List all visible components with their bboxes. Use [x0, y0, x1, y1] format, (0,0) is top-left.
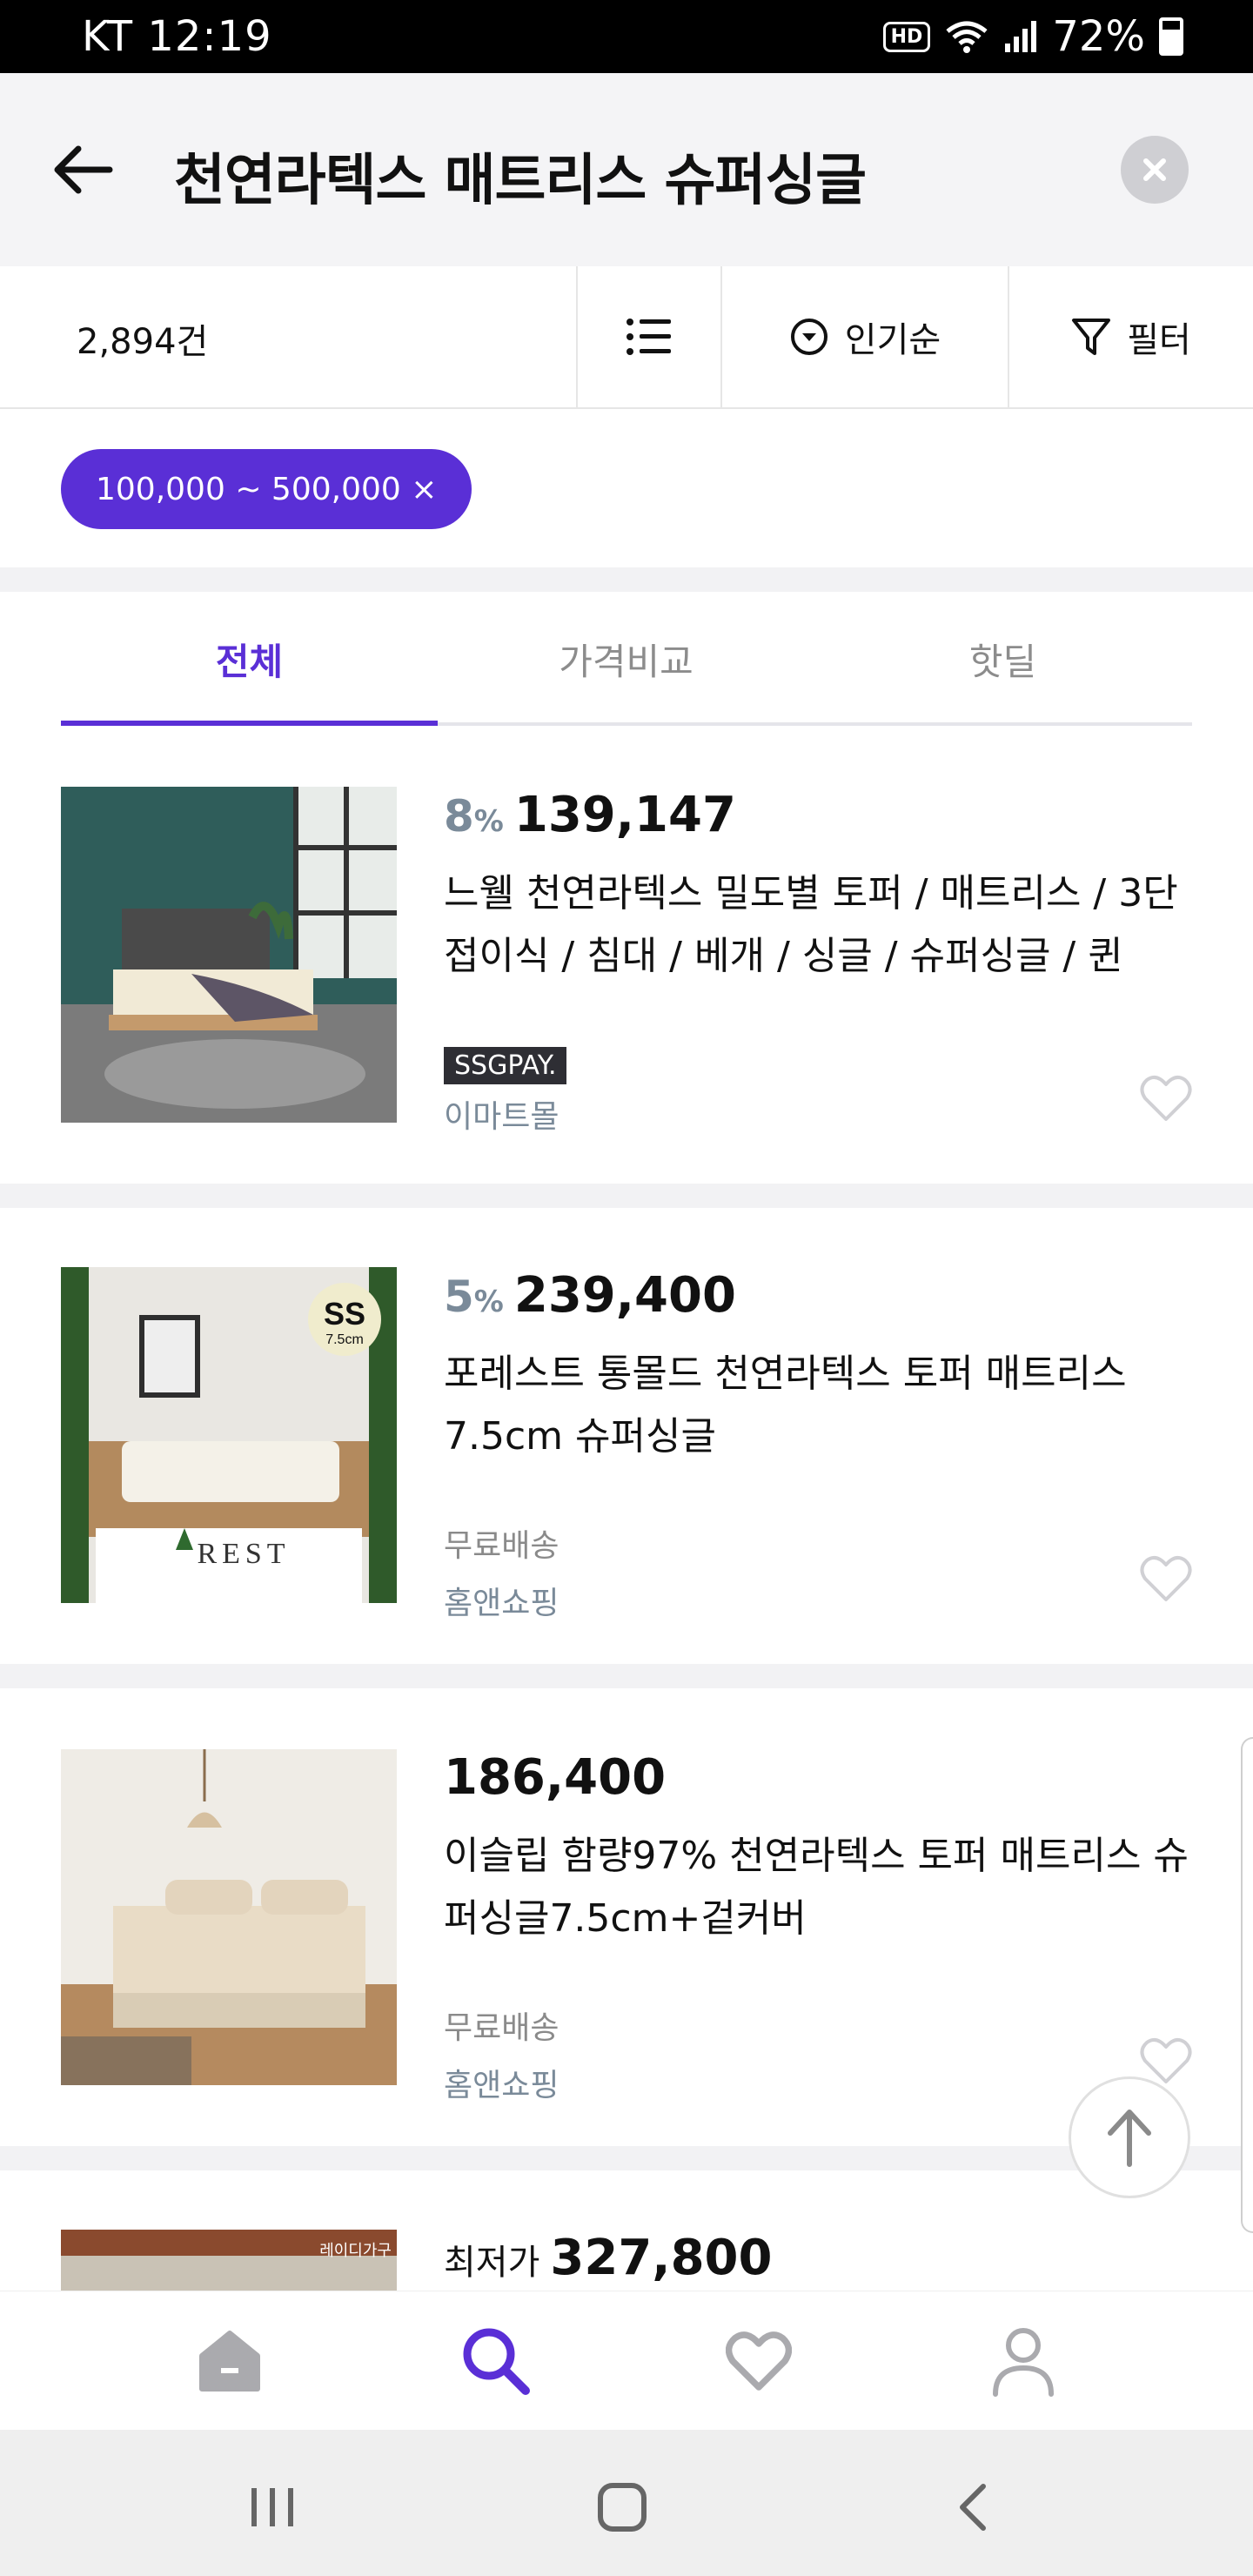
sort-button[interactable]: 인기순: [720, 266, 1008, 407]
section-divider: [0, 567, 1253, 592]
product-card[interactable]: 186,400 이슬립 함량97% 천연라텍스 토퍼 매트리스 슈퍼싱글7.5c…: [0, 1749, 1253, 2146]
seller-mall: 홈앤쇼핑: [444, 1586, 559, 1621]
tab-all[interactable]: 전체: [61, 592, 438, 726]
home-system-button[interactable]: [583, 2468, 661, 2546]
chevron-down-circle-icon: [790, 319, 828, 355]
square-home-icon: [598, 2483, 647, 2532]
close-icon: [1143, 158, 1166, 181]
price-filter-chip[interactable]: 100,000 ~ 500,000 ×: [61, 449, 472, 529]
search-icon: [463, 2328, 530, 2395]
recent-apps-button[interactable]: [233, 2468, 312, 2546]
heart-icon[interactable]: [1140, 1554, 1192, 1603]
product-image[interactable]: [61, 1749, 397, 2085]
product-info: 8% 139,147 느웰 천연라텍스 밀도별 토퍼 / 매트리스 / 3단 접…: [444, 787, 1201, 1137]
product-card[interactable]: 레이디가구 최저가 327,800: [0, 2230, 1253, 2291]
product-info: 5% 239,400 포레스트 통몰드 천연라텍스 토퍼 매트리스 7.5cm …: [444, 1267, 1201, 1623]
view-mode-button[interactable]: [576, 266, 720, 407]
user-icon: [993, 2328, 1054, 2397]
search-header: 천연라텍스 매트리스 슈퍼싱글: [0, 73, 1253, 266]
nav-search[interactable]: [452, 2318, 539, 2405]
bottom-navigation: [0, 2291, 1253, 2430]
section-divider: [0, 1184, 1253, 1208]
tab-hot-deal[interactable]: 핫딜: [814, 592, 1191, 726]
product-price: 186,400: [444, 1749, 667, 1806]
result-tabs: 전체 가격비교 핫딜: [61, 592, 1192, 726]
product-title[interactable]: 느웰 천연라텍스 밀도별 토퍼 / 매트리스 / 3단 접이식 / 침대 / 베…: [444, 862, 1201, 988]
signal-icon: [1005, 21, 1037, 52]
lowest-price-label: 최저가: [444, 2243, 540, 2283]
battery-icon: [1159, 17, 1183, 56]
nav-my-page[interactable]: [980, 2318, 1067, 2405]
heart-icon[interactable]: [1140, 1074, 1192, 1123]
ssgpay-badge: SSGPAY.: [444, 1047, 567, 1084]
recent-apps-icon: [251, 2488, 293, 2526]
thumb-brand: 레이디가구: [319, 2242, 392, 2259]
thumb-size-sub: 7.5cm: [325, 1332, 364, 1347]
product-price: 239,400: [513, 1267, 736, 1324]
back-button[interactable]: [45, 132, 120, 207]
arrow-up-icon: [1108, 2110, 1151, 2167]
arrow-left-icon: [54, 145, 113, 194]
status-icons: HD 72%: [882, 12, 1183, 61]
filter-label: 필터: [1127, 320, 1191, 360]
discount-rate: 8%: [444, 791, 504, 842]
result-toolbar: 2,894건 인기순 필터: [0, 266, 1253, 409]
heart-icon[interactable]: [1140, 2036, 1192, 2085]
price-row: 8% 139,147: [444, 787, 1201, 843]
product-price: 139,147: [513, 787, 736, 843]
price-row: 최저가 327,800: [444, 2230, 1201, 2286]
tab-active-indicator: [61, 721, 438, 726]
sort-label: 인기순: [844, 320, 941, 360]
product-image[interactable]: 레이디가구: [61, 2230, 397, 2291]
product-price: 327,800: [550, 2230, 773, 2286]
edge-panel-handle[interactable]: [1241, 1737, 1253, 2233]
price-row: 186,400: [444, 1749, 1201, 1806]
status-bar: KT 12:19 HD 72%: [0, 0, 1253, 73]
search-query-text[interactable]: 천연라텍스 매트리스 슈퍼싱글: [174, 136, 867, 216]
filter-icon: [1072, 319, 1111, 355]
product-info: 최저가 327,800: [444, 2230, 1201, 2286]
product-image[interactable]: SS 7.5cm REST: [61, 1267, 397, 1603]
thumb-size-badge: SS: [324, 1296, 365, 1332]
tab-price-compare[interactable]: 가격비교: [438, 592, 814, 726]
nav-wishlist[interactable]: [715, 2318, 802, 2405]
product-info: 186,400 이슬립 함량97% 천연라텍스 토퍼 매트리스 슈퍼싱글7.5c…: [444, 1749, 1201, 2105]
shipping-info: 무료배송: [444, 2010, 559, 2046]
discount-rate: 5%: [444, 1271, 504, 1322]
shipping-info: 무료배송: [444, 1528, 559, 1564]
scroll-top-button[interactable]: [1069, 2076, 1190, 2198]
thumb-brand: REST: [197, 1538, 290, 1570]
status-carrier-time: KT 12:19: [82, 12, 272, 61]
seller-mall: 이마트몰: [444, 1099, 559, 1135]
list-icon: [626, 319, 671, 355]
section-divider: [0, 1664, 1253, 1688]
chevron-left-icon: [960, 2484, 986, 2531]
home-icon: [199, 2331, 260, 2392]
back-system-button[interactable]: [935, 2468, 1013, 2546]
product-title[interactable]: 이슬립 함량97% 천연라텍스 토퍼 매트리스 슈퍼싱글7.5cm+겉커버: [444, 1825, 1201, 1950]
price-row: 5% 239,400: [444, 1267, 1201, 1324]
clear-search-button[interactable]: [1121, 136, 1189, 204]
system-navigation-bar: [0, 2430, 1253, 2576]
section-divider: [0, 2146, 1253, 2170]
product-image[interactable]: [61, 787, 397, 1123]
hd-icon: HD: [882, 21, 931, 52]
product-card[interactable]: SS 7.5cm REST 5% 239,400 포레스트 통몰드 천연라텍스 …: [0, 1267, 1253, 1664]
wifi-icon: [946, 21, 988, 53]
heart-icon: [726, 2331, 792, 2391]
filter-button[interactable]: 필터: [1008, 266, 1253, 407]
product-title[interactable]: 포레스트 통몰드 천연라텍스 토퍼 매트리스 7.5cm 슈퍼싱글: [444, 1343, 1201, 1468]
result-count: 2,894건: [77, 322, 209, 362]
nav-home[interactable]: [186, 2318, 273, 2405]
battery-percent: 72%: [1052, 12, 1145, 61]
product-card[interactable]: 8% 139,147 느웰 천연라텍스 밀도별 토퍼 / 매트리스 / 3단 접…: [0, 787, 1253, 1184]
